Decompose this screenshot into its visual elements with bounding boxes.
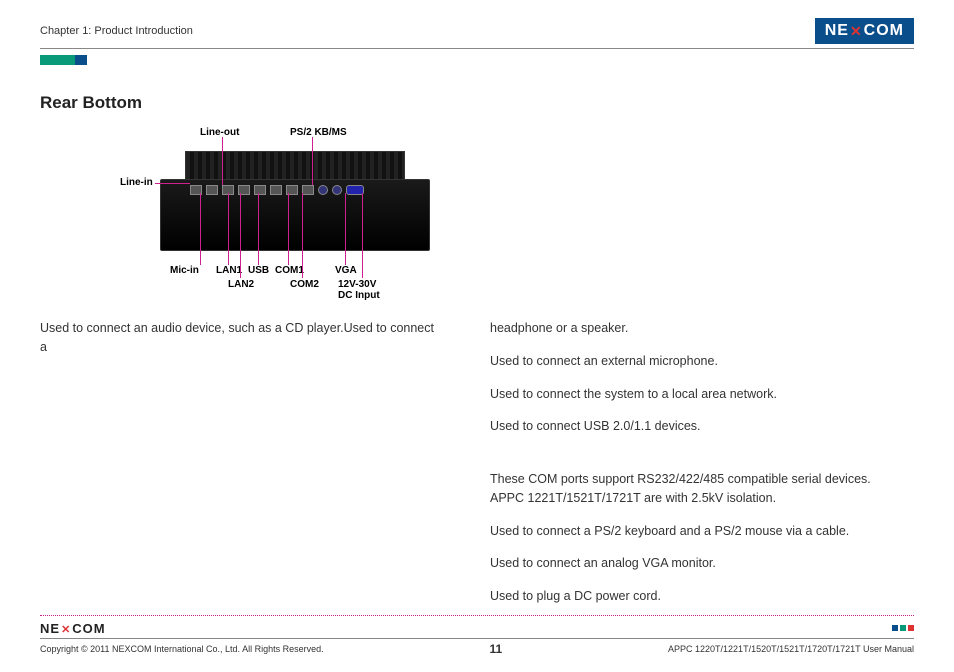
- brand-x-icon: ✕: [61, 624, 71, 636]
- lead-line: [362, 193, 363, 278]
- label-lan1: LAN1: [216, 265, 242, 276]
- chapter-title: Chapter 1: Product Introduction: [40, 25, 193, 37]
- label-com2: COM2: [290, 279, 319, 290]
- footer-bottom-row: Copyright © 2011 NEXCOM International Co…: [40, 639, 914, 656]
- port-icon: [254, 185, 266, 195]
- lead-line: [240, 193, 241, 278]
- label-lan2: LAN2: [228, 279, 254, 290]
- footer: NE✕COM Copyright © 2011 NEXCOM Internati…: [40, 615, 914, 656]
- lead-line: [258, 193, 259, 265]
- port-icon: [332, 185, 342, 195]
- label-com1: COM1: [275, 265, 304, 276]
- port-diagram: Line-out PS/2 KB/MS Line-in Mic-in LAN1 …: [100, 121, 500, 301]
- lead-line: [155, 183, 190, 184]
- body-columns: Used to connect an audio device, such as…: [40, 319, 914, 606]
- brand-right: COM: [72, 621, 105, 636]
- section-heading: Rear Bottom: [40, 93, 914, 113]
- left-column: Used to connect an audio device, such as…: [40, 319, 440, 606]
- brand-right: COM: [864, 22, 904, 40]
- lead-line: [288, 193, 289, 265]
- brand-logo: NE✕COM: [815, 18, 914, 44]
- right-paragraph: Used to connect the system to a local ar…: [490, 385, 900, 404]
- right-paragraph: Used to connect an external microphone.: [490, 352, 900, 371]
- label-vga: VGA: [335, 265, 357, 276]
- label-ps2: PS/2 KB/MS: [290, 127, 347, 138]
- accent-bar: [40, 55, 75, 65]
- label-mic-in: Mic-in: [170, 265, 199, 276]
- right-column: headphone or a speaker. Used to connect …: [490, 319, 900, 606]
- brand-left: NE: [40, 621, 60, 636]
- brand-left: NE: [825, 22, 849, 40]
- label-usb: USB: [248, 265, 269, 276]
- lead-line: [228, 193, 229, 265]
- lead-line: [345, 193, 346, 265]
- manual-title: APPC 1220T/1221T/1520T/1521T/1720T/1721T…: [668, 644, 914, 654]
- lead-line: [312, 137, 313, 185]
- label-line-out: Line-out: [200, 127, 239, 138]
- header-bar: Chapter 1: Product Introduction NE✕COM: [40, 18, 914, 49]
- label-line-in: Line-in: [120, 177, 153, 188]
- port-icon: [302, 185, 314, 195]
- right-paragraph: Used to connect USB 2.0/1.1 devices.: [490, 417, 900, 436]
- lead-line: [302, 193, 303, 278]
- right-paragraph: Used to plug a DC power cord.: [490, 587, 900, 606]
- label-dc-line1: 12V-30V: [338, 279, 376, 290]
- right-paragraph: Used to connect an analog VGA monitor.: [490, 554, 900, 573]
- right-paragraph: These COM ports support RS232/422/485 co…: [490, 470, 900, 508]
- left-paragraph: Used to connect an audio device, such as…: [40, 319, 440, 357]
- port-row: [190, 183, 400, 197]
- right-paragraph: headphone or a speaker.: [490, 319, 900, 338]
- page-number: 11: [489, 642, 502, 656]
- footer-dots-icon: [892, 625, 914, 631]
- lead-line: [200, 193, 201, 265]
- port-icon: [270, 185, 282, 195]
- footer-top-row: NE✕COM: [40, 615, 914, 639]
- port-icon: [318, 185, 328, 195]
- lead-line: [222, 137, 223, 185]
- right-paragraph: Used to connect a PS/2 keyboard and a PS…: [490, 522, 900, 541]
- footer-logo: NE✕COM: [40, 621, 106, 636]
- port-icon: [206, 185, 218, 195]
- label-dc-line2: DC Input: [338, 290, 380, 301]
- brand-x-icon: ✕: [850, 23, 863, 40]
- copyright-text: Copyright © 2011 NEXCOM International Co…: [40, 644, 324, 654]
